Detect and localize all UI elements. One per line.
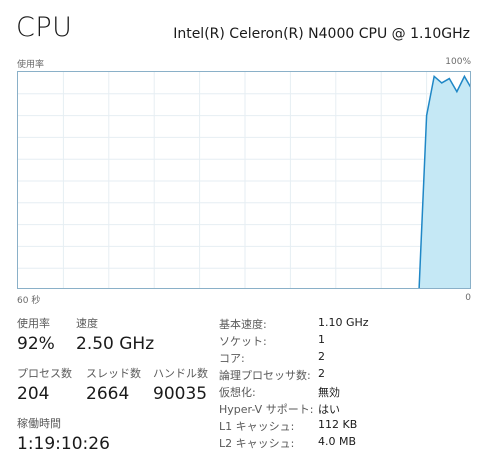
detail-key-l1-cache: L1 キャッシュ:: [219, 420, 295, 433]
speed-label: 速度: [76, 317, 98, 330]
detail-value-hyperv: はい: [318, 403, 340, 416]
detail-key-base-speed: 基本速度:: [219, 318, 267, 331]
detail-key-hyperv: Hyper-V サポート:: [219, 403, 314, 416]
detail-value-virtualization: 無効: [318, 386, 340, 399]
cpu-model-name: Intel(R) Celeron(R) N4000 CPU @ 1.10GHz: [173, 26, 470, 42]
detail-value-l1-cache: 112 KB: [318, 418, 358, 431]
detail-value-l2-cache: 4.0 MB: [318, 435, 357, 448]
graph-x-right-label: 0: [465, 293, 471, 303]
detail-key-logical-processors: 論理プロセッサ数:: [219, 369, 311, 382]
threads-label: スレッド数: [86, 367, 141, 380]
threads-value: 2664: [86, 384, 130, 404]
detail-key-virtualization: 仮想化:: [219, 386, 256, 399]
detail-value-cores: 2: [318, 350, 325, 363]
page-title: CPU: [16, 12, 73, 43]
processes-label: プロセス数: [17, 367, 72, 380]
handles-label: ハンドル数: [153, 367, 208, 380]
cpu-usage-graph-svg: [18, 72, 470, 288]
uptime-label: 稼働時間: [17, 417, 61, 430]
speed-value: 2.50 GHz: [76, 334, 155, 354]
graph-y-label: 使用率: [17, 60, 45, 70]
detail-key-l2-cache: L2 キャッシュ:: [219, 437, 295, 450]
cpu-usage-graph: [17, 71, 471, 289]
detail-value-base-speed: 1.10 GHz: [318, 316, 369, 329]
graph-x-left-label: 60 秒: [17, 296, 41, 306]
processes-value: 204: [17, 384, 50, 404]
detail-key-sockets: ソケット:: [219, 335, 267, 348]
graph-grid: [18, 72, 470, 288]
detail-key-cores: コア:: [219, 352, 245, 365]
detail-value-logical-processors: 2: [318, 367, 325, 380]
graph-y-max-label: 100%: [445, 57, 471, 67]
handles-value: 90035: [153, 384, 208, 404]
uptime-value: 1:19:10:26: [17, 434, 110, 454]
detail-value-sockets: 1: [318, 333, 325, 346]
usage-value: 92%: [17, 334, 55, 354]
usage-label: 使用率: [17, 317, 50, 330]
